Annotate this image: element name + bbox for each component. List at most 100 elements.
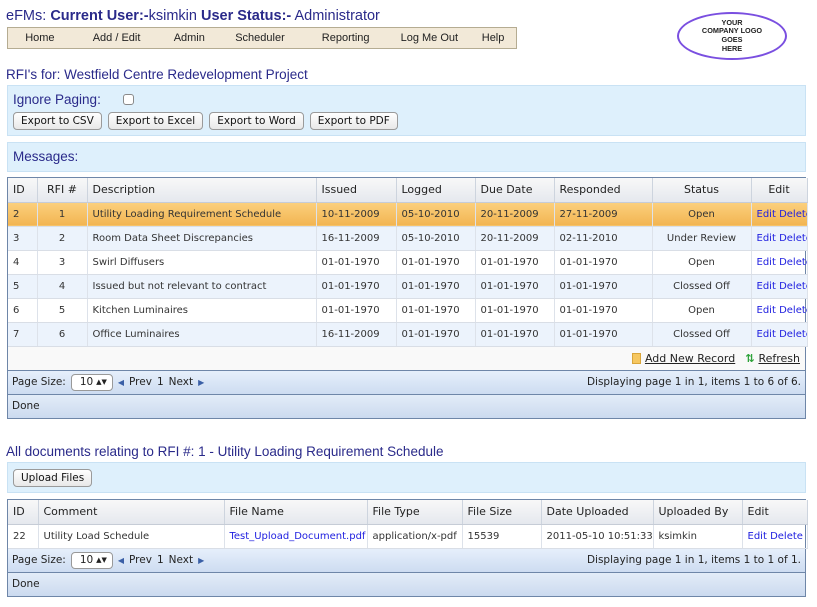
page-size-select[interactable]: 10 ▲▼ [70,373,113,391]
cell-edit: Edit Delete [751,298,808,323]
edit-link[interactable]: Edit [757,257,776,268]
file-link[interactable]: Test_Upload_Document.pdf [230,531,366,542]
cell-id: 4 [8,250,38,275]
stepper-icon: ▲▼ [96,556,107,564]
col-header-description[interactable]: Description [87,178,317,203]
cell-due: 01-01-1970 [475,322,555,347]
col-header-rfi[interactable]: RFI # [37,178,88,203]
refresh-link[interactable]: Refresh [758,352,800,365]
col-header-responded[interactable]: Responded [554,178,653,203]
cell-id: 22 [8,524,39,549]
cell-edit: Edit Delete [751,250,808,275]
col-header-file-size[interactable]: File Size [462,500,542,525]
prev-arrow-icon[interactable]: ◀ [118,556,124,565]
table-row[interactable]: 22 Utility Load Schedule Test_Upload_Docum… [8,524,808,549]
menu-home[interactable]: Home [8,32,72,44]
col-header-comment[interactable]: Comment [38,500,225,525]
cell-description: Room Data Sheet Discrepancies [87,226,317,251]
page-number[interactable]: 1 [157,554,164,566]
delete-link[interactable]: Delete [770,531,803,542]
edit-link[interactable]: Edit [757,233,776,244]
table-row[interactable]: 7 6 Office Luminaires 16-11-2009 01-01-1970 0… [8,322,808,347]
cell-description: Kitchen Luminaires [87,298,317,323]
add-record-icon [631,352,641,364]
col-header-due-date[interactable]: Due Date [475,178,555,203]
cell-responded: 01-01-1970 [554,250,653,275]
rfi-section-title: RFI's for: Westfield Centre Redevelopmen… [6,67,308,82]
cell-rfi: 2 [37,226,88,251]
menu-log-me-out[interactable]: Log Me Out [388,32,470,44]
table-row[interactable]: 5 4 Issued but not relevant to contract 01-… [8,274,808,299]
col-header-logged[interactable]: Logged [396,178,476,203]
delete-link[interactable]: Delete [779,305,806,316]
edit-link[interactable]: Edit [757,305,776,316]
table-row[interactable]: 2 1 Utility Loading Requirement Schedule 10… [8,202,808,227]
prev-link[interactable]: Prev [129,554,152,566]
add-new-record-link[interactable]: Add New Record [645,352,735,365]
col-header-status[interactable]: Status [652,178,752,203]
cell-responded: 01-01-1970 [554,298,653,323]
menu-admin[interactable]: Admin [161,32,217,44]
current-user-label: Current User:- [50,8,149,24]
rfi-grid: ID RFI # Description Issued Logged Due D… [7,177,808,419]
edit-link[interactable]: Edit [757,209,776,220]
delete-link[interactable]: Delete [779,281,806,292]
cell-status: Clossed Off [652,322,752,347]
cell-status: Clossed Off [652,274,752,299]
rfi-status-bar: Done [8,394,805,418]
delete-link[interactable]: Delete [779,233,806,244]
col-header-file-name[interactable]: File Name [224,500,368,525]
cell-comment: Utility Load Schedule [38,524,225,549]
delete-link[interactable]: Delete [779,257,806,268]
col-header-date-uploaded[interactable]: Date Uploaded [541,500,654,525]
page-number[interactable]: 1 [157,376,164,388]
page-size-value: 10 [79,376,94,388]
cell-responded: 02-11-2010 [554,226,653,251]
delete-link[interactable]: Delete [779,209,806,220]
export-excel-button[interactable]: Export to Excel [107,112,204,130]
export-csv-button[interactable]: Export to CSV [13,112,102,130]
edit-link[interactable]: Edit [757,329,776,340]
export-word-button[interactable]: Export to Word [209,112,304,130]
cell-uploaded-by: ksimkin [653,524,743,549]
menu-scheduler[interactable]: Scheduler [217,32,303,44]
docs-section-title: All documents relating to RFI #: 1 - Uti… [6,444,444,459]
cell-responded: 01-01-1970 [554,274,653,299]
table-row[interactable]: 6 5 Kitchen Luminaires 01-01-1970 01-01-1970… [8,298,808,323]
prev-link[interactable]: Prev [129,376,152,388]
cell-id: 2 [8,202,38,227]
table-row[interactable]: 4 3 Swirl Diffusers 01-01-1970 01-01-1970 01-… [8,250,808,275]
col-header-uploaded-by[interactable]: Uploaded By [653,500,743,525]
cell-due: 01-01-1970 [475,298,555,323]
edit-link[interactable]: Edit [757,281,776,292]
ignore-paging-checkbox[interactable] [122,94,134,105]
paging-info: Displaying page 1 in 1, items 1 to 6 of … [586,376,801,388]
next-link[interactable]: Next [169,554,193,566]
ignore-paging: Ignore Paging: [13,92,134,107]
next-arrow-icon[interactable]: ▶ [198,556,204,565]
paging-info: Displaying page 1 in 1, items 1 to 1 of … [586,554,801,566]
edit-link[interactable]: Edit [748,531,767,542]
cell-status: Open [652,298,752,323]
cell-edit: Edit Delete [751,202,808,227]
table-row[interactable]: 3 2 Room Data Sheet Discrepancies 16-11-200… [8,226,808,251]
cell-responded: 01-01-1970 [554,322,653,347]
col-header-file-type[interactable]: File Type [367,500,463,525]
rfi-grid-header: ID RFI # Description Issued Logged Due D… [8,178,808,203]
col-header-issued[interactable]: Issued [316,178,397,203]
cell-description: Office Luminaires [87,322,317,347]
next-link[interactable]: Next [169,376,193,388]
prev-arrow-icon[interactable]: ◀ [118,378,124,387]
col-header-id[interactable]: ID [8,500,39,525]
cell-rfi: 4 [37,274,88,299]
delete-link[interactable]: Delete [779,329,806,340]
next-arrow-icon[interactable]: ▶ [198,378,204,387]
menu-add-edit[interactable]: Add / Edit [72,32,162,44]
cell-logged: 01-01-1970 [396,298,476,323]
menu-help[interactable]: Help [470,32,516,44]
upload-files-button[interactable]: Upload Files [13,469,93,487]
page-size-select[interactable]: 10 ▲▼ [70,551,113,569]
menu-reporting[interactable]: Reporting [303,32,389,44]
col-header-id[interactable]: ID [8,178,38,203]
export-pdf-button[interactable]: Export to PDF [309,112,398,130]
